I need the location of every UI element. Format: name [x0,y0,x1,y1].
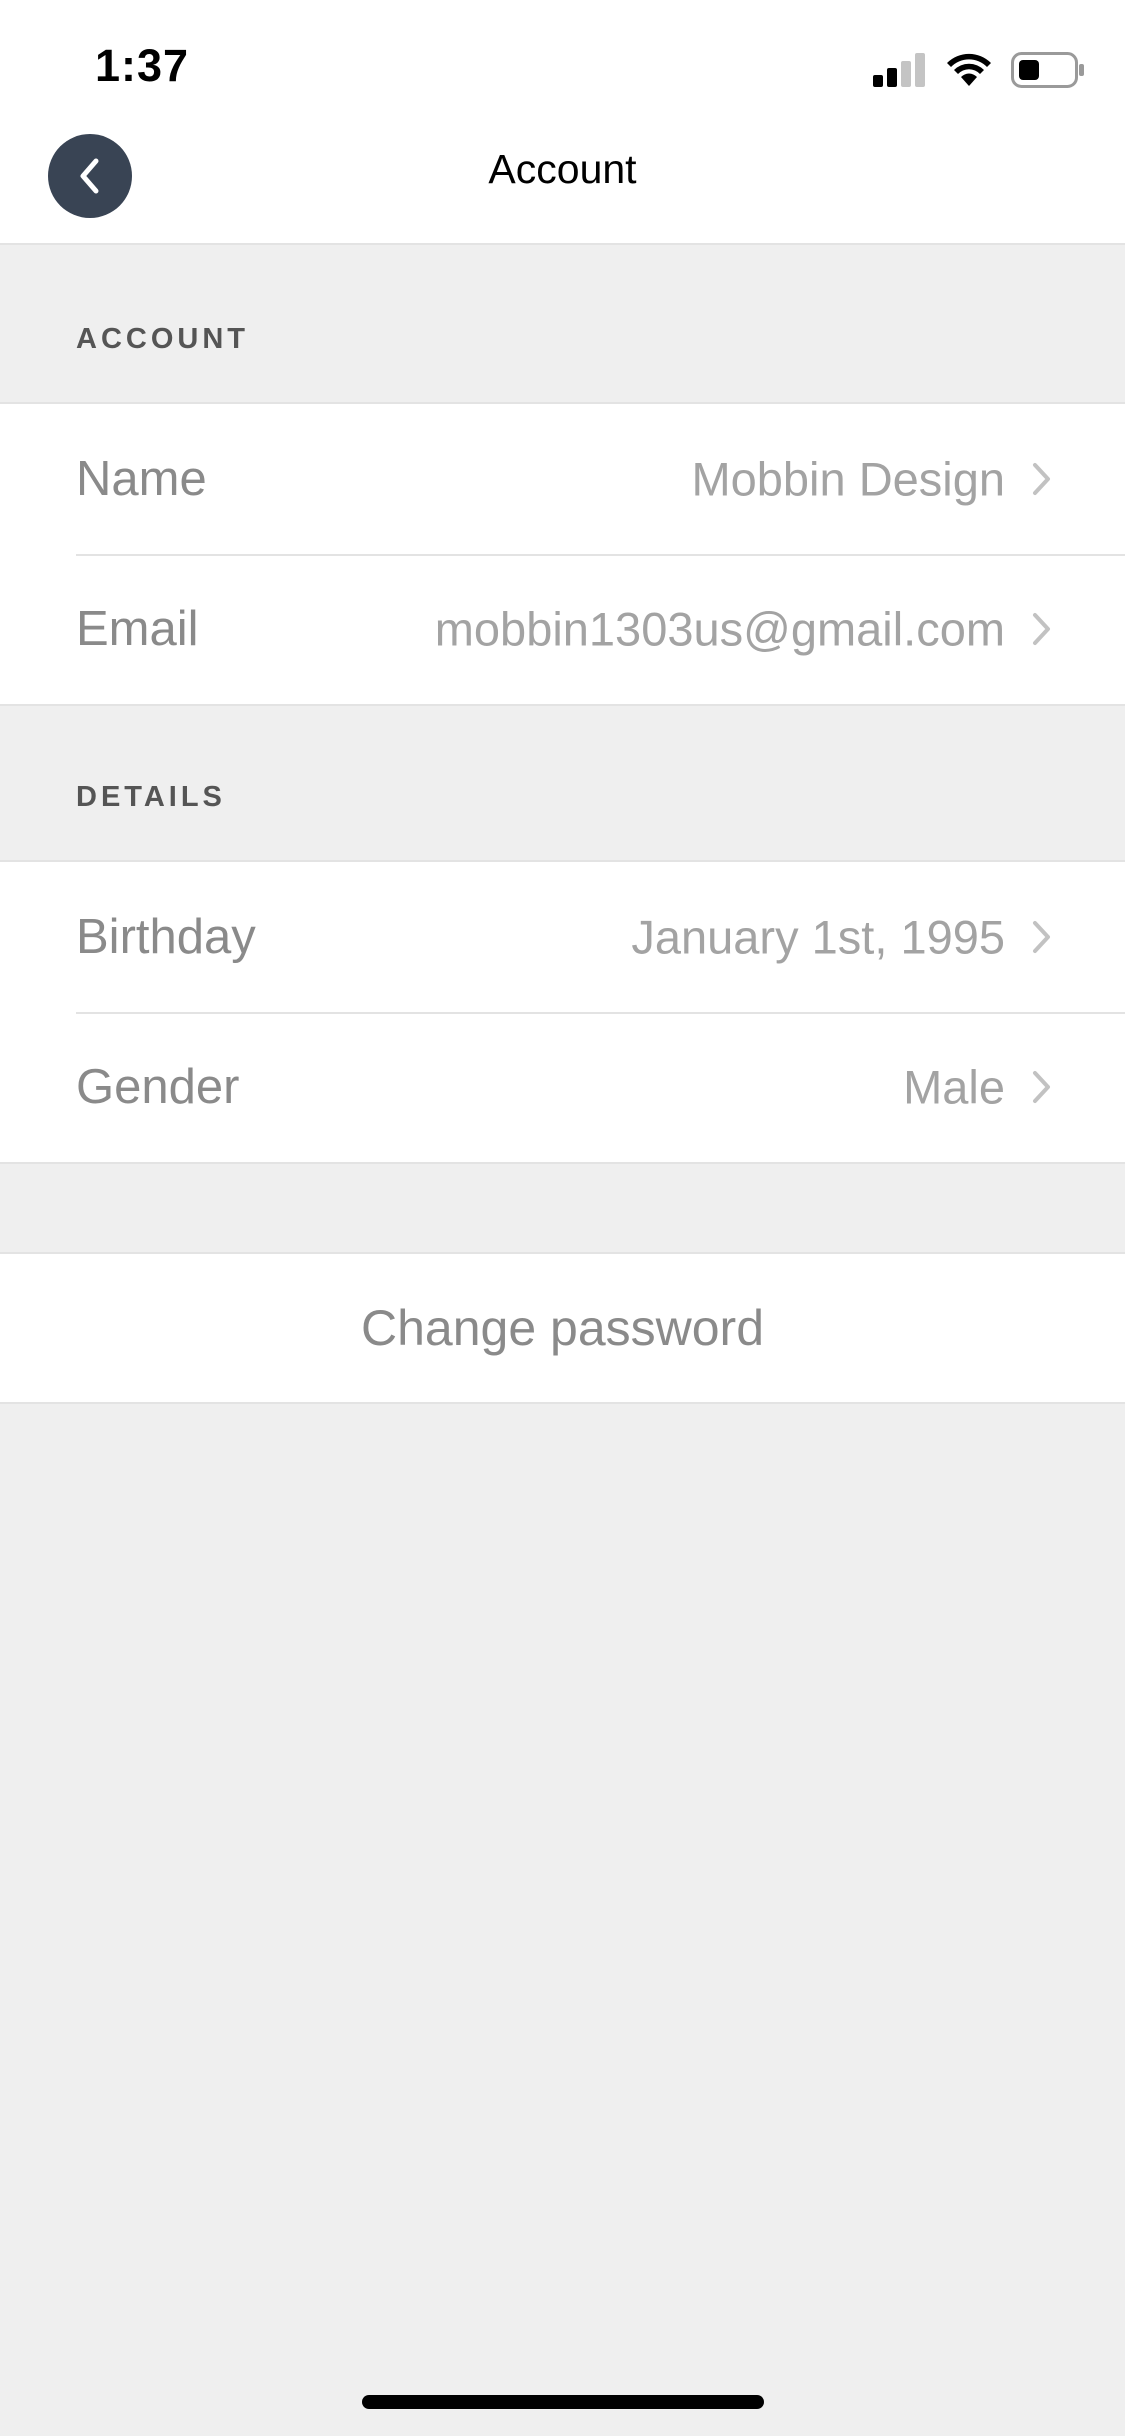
account-screen: 1:37 Account ACCOUNT Name Mobbin Design … [0,0,1125,2436]
name-row[interactable]: Name Mobbin Design [0,404,1125,554]
battery-icon [1011,52,1084,88]
birthday-row[interactable]: Birthday January 1st, 1995 [0,862,1125,1012]
chevron-right-icon [1031,1069,1053,1105]
cellular-signal-icon [873,53,925,87]
section-header-label: DETAILS [76,781,226,813]
section-header-label: ACCOUNT [76,323,249,355]
row-label: Name [76,452,207,506]
gender-row[interactable]: Gender Male [0,1012,1125,1162]
change-password-label: Change password [360,1300,765,1356]
row-label: Email [76,602,199,656]
row-value: Mobbin Design [691,452,1005,506]
section-header-account: ACCOUNT [0,245,1125,402]
chevron-right-icon [1031,461,1053,497]
chevron-right-icon [1031,611,1053,647]
wifi-icon [947,53,991,86]
details-group: Birthday January 1st, 1995 Gender Male [0,860,1125,1164]
row-value: mobbin1303us@gmail.com [434,602,1005,656]
status-time: 1:37 [95,40,190,91]
home-indicator [362,2395,764,2409]
page-title: Account [488,146,637,192]
change-password-button[interactable]: Change password [0,1252,1125,1404]
row-value: Male [903,1060,1005,1114]
status-bar: 1:37 [0,0,1125,130]
section-header-details: DETAILS [0,706,1125,860]
email-row[interactable]: Email mobbin1303us@gmail.com [0,554,1125,704]
chevron-right-icon [1031,919,1053,955]
status-icons [873,48,1085,92]
account-group: Name Mobbin Design Email mobbin1303us@gm… [0,402,1125,706]
row-value: January 1st, 1995 [631,910,1005,964]
row-label: Birthday [76,910,256,964]
navigation-bar: Account [0,130,1125,245]
row-label: Gender [76,1060,240,1114]
